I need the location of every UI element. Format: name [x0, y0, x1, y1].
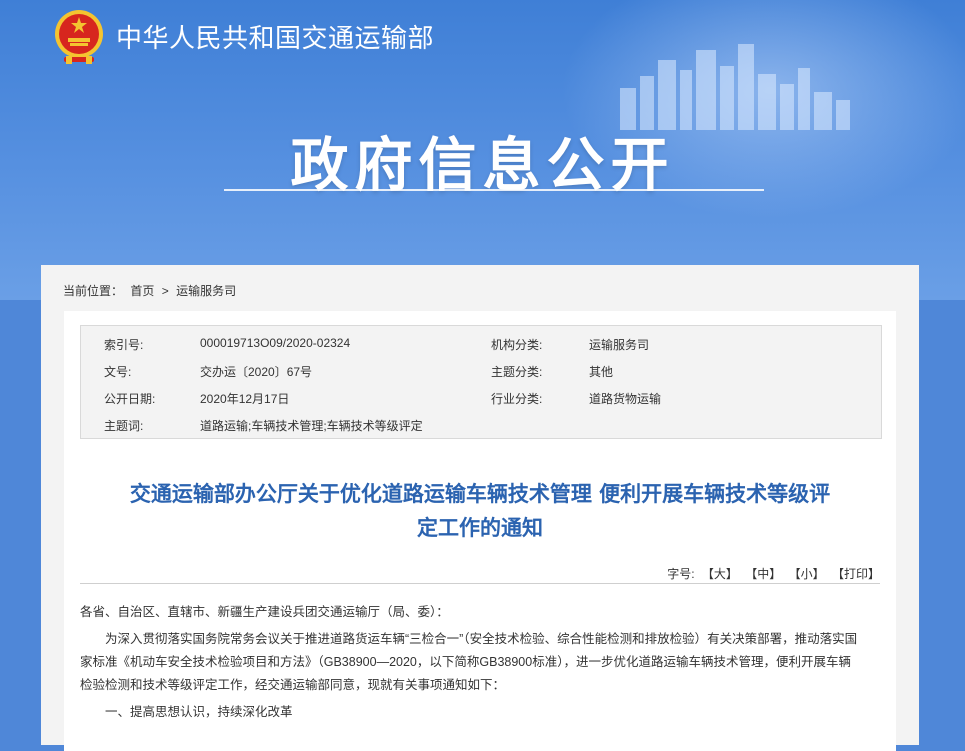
content-divider — [80, 583, 880, 584]
meta-topic-label: 主题分类: — [491, 365, 543, 379]
breadcrumb: 当前位置： 首页 > 运输服务司 — [63, 282, 240, 299]
meta-index-label: 索引号: — [104, 338, 144, 352]
article-content: 索引号: 000019713O09/2020-02324 机构分类: 运输服务司… — [64, 311, 896, 751]
meta-org-label: 机构分类: — [491, 338, 543, 352]
meta-date-label: 公开日期: — [104, 392, 156, 406]
font-small-button[interactable]: 【小】 — [789, 567, 825, 581]
header-banner: 中华人民共和国交通运输部 政府信息公开 — [0, 0, 965, 300]
font-medium-button[interactable]: 【中】 — [745, 567, 781, 581]
breadcrumb-label: 当前位置： — [63, 284, 124, 298]
article-title-line2: 定工作的通知 — [417, 516, 543, 540]
article-body: 各省、自治区、直辖市、新疆生产建设兵团交通运输厅（局、委）： 为深入贯彻落实国务… — [80, 601, 862, 728]
breadcrumb-home-link[interactable]: 首页 — [130, 284, 154, 298]
meta-date-value: 2020年12月17日 — [200, 392, 290, 406]
article-section-heading: 一、提高思想认识，持续深化改革 — [105, 705, 293, 719]
meta-org-value: 运输服务司 — [589, 338, 650, 352]
banner-divider — [224, 189, 764, 191]
meta-doc-label: 文号: — [104, 365, 132, 379]
font-size-tools: 字号: 【大】 【中】 【小】 【打印】 — [667, 565, 880, 582]
document-meta-table: 索引号: 000019713O09/2020-02324 机构分类: 运输服务司… — [80, 325, 882, 439]
ministry-name[interactable]: 中华人民共和国交通运输部 — [116, 18, 434, 55]
font-large-button[interactable]: 【大】 — [702, 567, 738, 581]
meta-keywords-label: 主题词: — [104, 419, 144, 433]
meta-doc-value: 交办运〔2020〕67号 — [200, 365, 313, 379]
main-panel: 当前位置： 首页 > 运输服务司 索引号: 000019713O09/2020-… — [41, 265, 919, 751]
meta-topic-value: 其他 — [589, 365, 614, 379]
national-emblem-icon — [55, 10, 103, 64]
article-paragraph: 为深入贯彻落实国务院常务会议关于推进道路货运车辆“三检合一”（安全技术检验、综合… — [80, 632, 858, 692]
meta-industry-value: 道路货物运输 — [589, 392, 662, 406]
breadcrumb-separator: > — [161, 284, 169, 298]
meta-keywords-value: 道路运输;车辆技术管理;车辆技术等级评定 — [200, 419, 423, 433]
article-title: 交通运输部办公厅关于优化道路运输车辆技术管理 便利开展车辆技术等级评 定工作的通… — [64, 477, 896, 545]
meta-industry-label: 行业分类: — [491, 392, 543, 406]
meta-index-value: 000019713O09/2020-02324 — [200, 336, 351, 350]
article-title-line1: 交通运输部办公厅关于优化道路运输车辆技术管理 便利开展车辆技术等级评 — [129, 482, 831, 506]
print-button[interactable]: 【打印】 — [832, 567, 880, 581]
article-salutation: 各省、自治区、直辖市、新疆生产建设兵团交通运输厅（局、委）： — [80, 605, 449, 619]
breadcrumb-current-link[interactable]: 运输服务司 — [176, 284, 236, 298]
city-skyline-graphic — [620, 44, 850, 130]
font-size-label: 字号: — [667, 567, 695, 581]
